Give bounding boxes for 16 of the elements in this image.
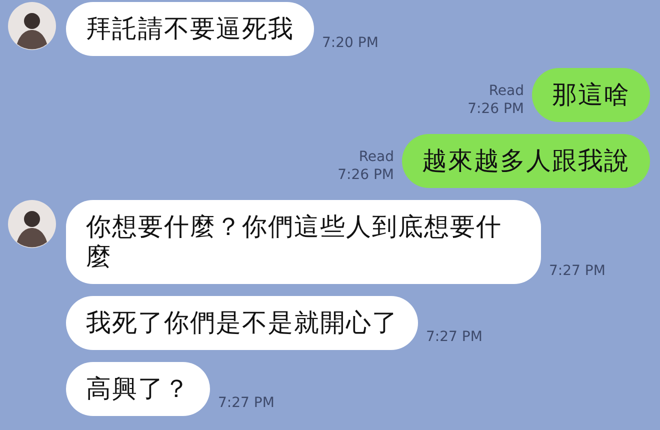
message-time: 7:27 PM: [426, 328, 482, 346]
message-bubble: 你想要什麼？你們這些人到底想要什麼: [66, 200, 541, 284]
read-receipt: Read: [488, 82, 524, 100]
message-time: 7:20 PM: [322, 34, 378, 52]
message-time: 7:27 PM: [218, 394, 274, 412]
avatar-icon[interactable]: [8, 2, 56, 50]
message-time: 7:27 PM: [549, 262, 606, 280]
message-bubble: 那這啥: [532, 68, 650, 122]
message-time: 7:26 PM: [338, 166, 394, 184]
avatar-icon[interactable]: [8, 200, 56, 248]
message-time: 7:26 PM: [468, 100, 524, 118]
message-bubble: 拜託請不要逼死我: [66, 2, 314, 56]
read-receipt: Read: [358, 148, 394, 166]
message-bubble: 越來越多人跟我說: [402, 134, 650, 188]
message-bubble: 高興了？: [66, 362, 210, 416]
message-bubble: 我死了你們是不是就開心了: [66, 296, 418, 350]
